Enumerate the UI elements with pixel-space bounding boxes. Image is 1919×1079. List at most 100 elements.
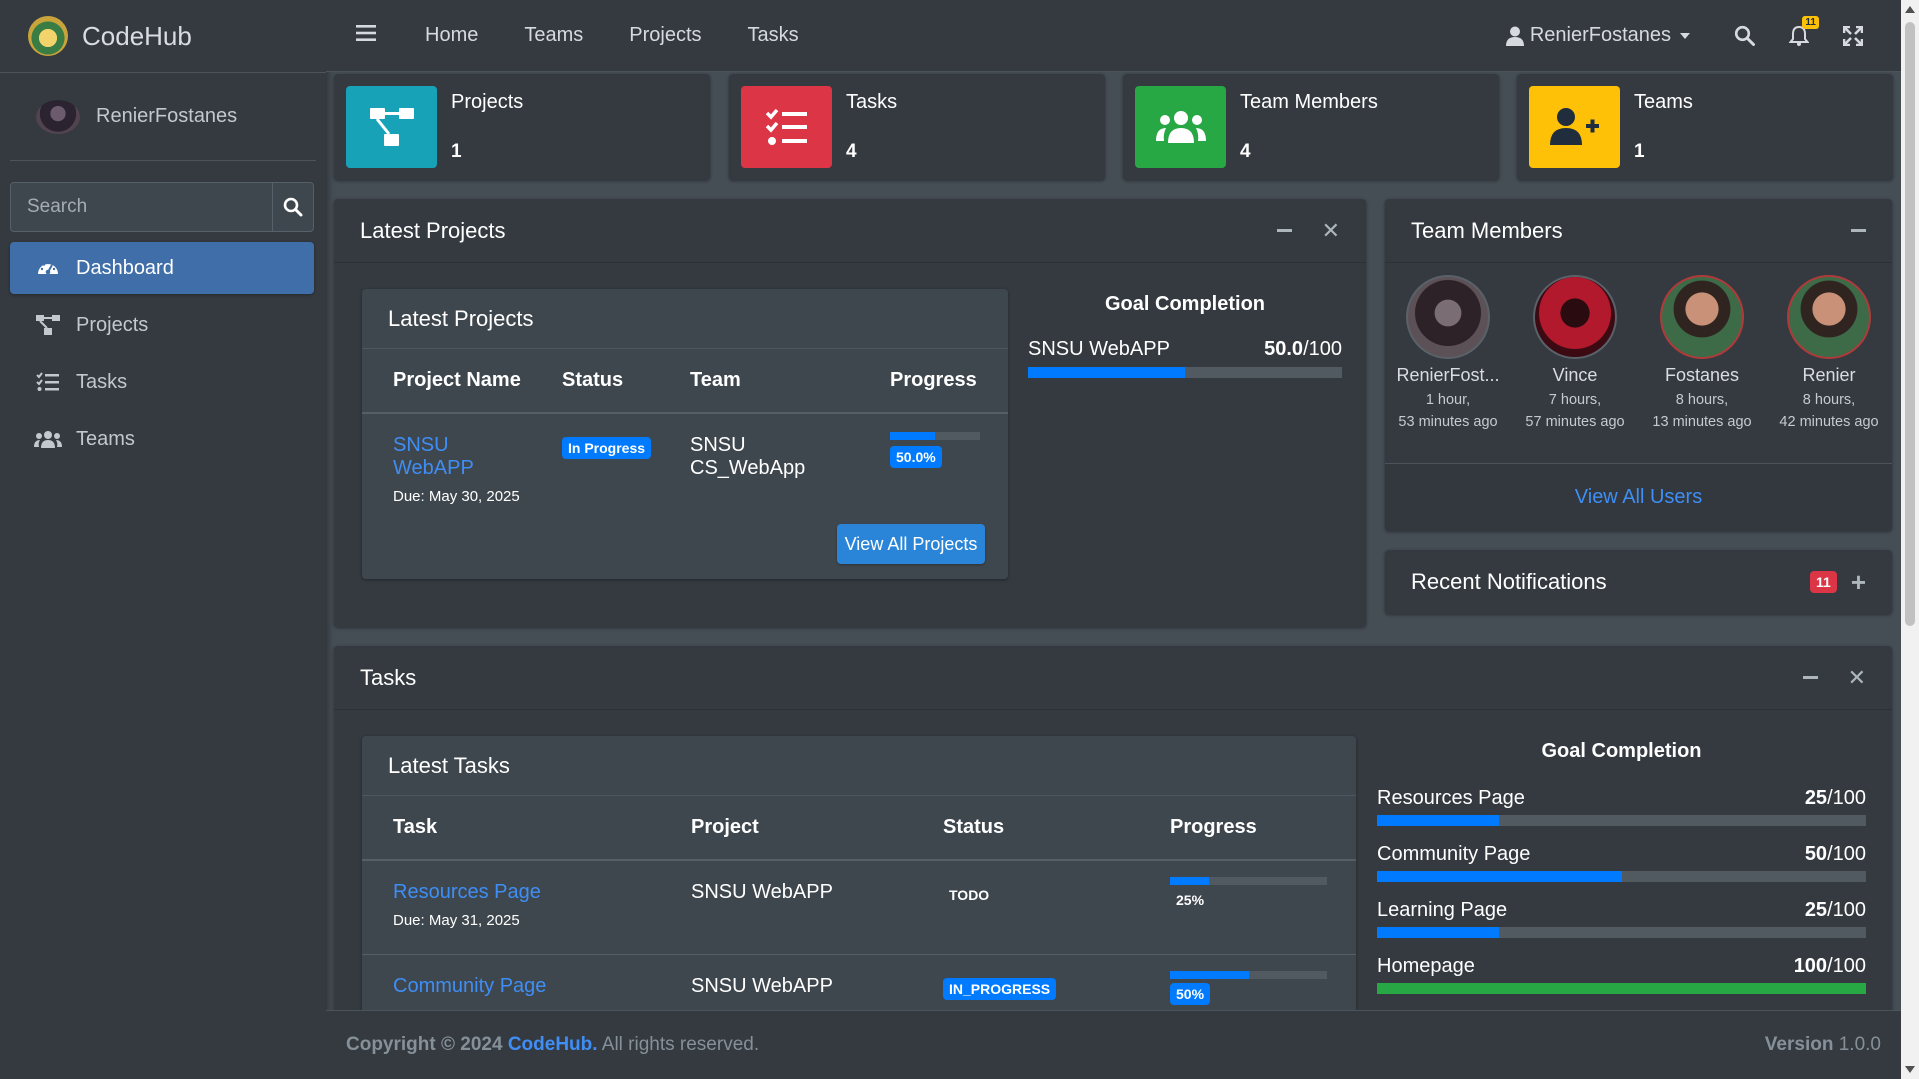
scroll-down-arrow-icon[interactable] — [1905, 1066, 1915, 1073]
goal-value: 25 — [1804, 787, 1828, 809]
card-header: Recent Notifications 11 + — [1385, 550, 1892, 614]
avatar — [1406, 275, 1490, 359]
progress-fill — [890, 432, 935, 440]
card-header: Latest Projects ✕ — [334, 199, 1366, 263]
column-header: Status — [531, 349, 659, 414]
progress-fill — [1170, 970, 1249, 979]
goal-progress-bar — [1377, 815, 1866, 826]
inner-card-title: Latest Projects — [362, 289, 1008, 349]
column-header: Project Name — [362, 349, 531, 414]
sidebar-item-tasks[interactable]: Tasks — [10, 356, 314, 408]
view-all-users-link[interactable]: View All Users — [1575, 486, 1702, 509]
nav-link-home[interactable]: Home — [425, 24, 478, 47]
goal-value: 25 — [1804, 899, 1828, 921]
close-icon[interactable]: ✕ — [1848, 666, 1866, 689]
bell-icon[interactable]: 11 — [1789, 16, 1819, 46]
user-last-seen: 42 minutes ago — [1779, 413, 1879, 430]
task-link[interactable]: Resources Page — [393, 881, 660, 904]
sidebar-item-teams[interactable]: Teams — [10, 413, 314, 465]
goal-progress-bar — [1377, 871, 1866, 882]
brand-name: CodeHub — [82, 20, 192, 51]
notification-count-badge: 11 — [1810, 571, 1837, 593]
goal-name: Resources Page — [1377, 787, 1525, 809]
info-box-label: Projects — [451, 91, 524, 113]
goal-progress-fill — [1377, 927, 1500, 938]
close-icon[interactable]: ✕ — [1322, 219, 1340, 242]
sidebar-item-projects[interactable]: Projects — [10, 299, 314, 351]
user-list-item[interactable]: RenierFost... 1 hour, 53 minutes ago — [1385, 275, 1511, 434]
projects-table: Project Name Status Team Progress SNSU W… — [362, 349, 1008, 507]
user-menu-dropdown[interactable]: RenierFostanes — [1505, 24, 1690, 47]
top-navbar: Home Teams Projects Tasks RenierFostanes… — [326, 0, 1901, 72]
menu-toggle-icon[interactable] — [356, 24, 376, 48]
table-row: Community Page SNSU WebAPP IN_PROGRESS 5… — [362, 954, 1356, 1010]
info-box-tasks[interactable]: Tasks 4 — [729, 74, 1105, 180]
sidebar-nav: Dashboard Projects Tasks Teams — [10, 242, 314, 470]
info-box-value: 1 — [1634, 141, 1645, 162]
goal-name: Learning Page — [1377, 899, 1508, 921]
card-title: Tasks — [360, 664, 417, 690]
progress-fill — [1170, 877, 1210, 885]
collapse-icon[interactable] — [1276, 229, 1292, 232]
tasks-icon — [34, 370, 62, 394]
footer-brand-link[interactable]: CodeHub. — [508, 1034, 598, 1055]
info-box-teams[interactable]: Teams 1 — [1517, 74, 1893, 180]
nav-link-projects[interactable]: Projects — [629, 24, 701, 47]
user-list-item[interactable]: Fostanes 8 hours, 13 minutes ago — [1639, 275, 1765, 434]
user-list-item[interactable]: Vince 7 hours, 57 minutes ago — [1512, 275, 1638, 434]
column-header: Progress — [1139, 796, 1356, 861]
card-title: Team Members — [1411, 217, 1563, 243]
page-scrollbar[interactable] — [1901, 0, 1919, 1079]
info-box-team-members[interactable]: Team Members 4 — [1123, 74, 1499, 180]
project-link[interactable]: SNSU WebAPP — [393, 434, 531, 480]
nav-link-teams[interactable]: Teams — [524, 24, 583, 47]
sidebar-item-dashboard[interactable]: Dashboard — [10, 242, 314, 294]
goal-progress-fill — [1377, 871, 1622, 882]
users-icon — [1135, 86, 1226, 168]
collapse-icon[interactable] — [1851, 229, 1866, 232]
goal-name: SNSU WebAPP — [1028, 338, 1170, 360]
tasks-icon — [741, 86, 832, 168]
recent-notifications-card: Recent Notifications 11 + — [1385, 550, 1892, 614]
card-title: Recent Notifications — [1411, 569, 1607, 594]
goal-item: Learning Page 25/100 — [1377, 899, 1866, 938]
column-header: Team — [659, 349, 859, 414]
sidebar-search-button[interactable] — [272, 183, 313, 231]
user-panel[interactable]: RenierFostanes — [10, 73, 316, 161]
info-box-projects[interactable]: Projects 1 — [334, 74, 710, 180]
projects-table-card: Latest Projects Project Name Status Team… — [362, 289, 1008, 579]
search-icon[interactable] — [1734, 25, 1755, 46]
user-last-seen: 13 minutes ago — [1652, 413, 1752, 430]
goal-max: /100 — [1827, 899, 1866, 921]
tasks-table: Task Project Status Progress Resources P… — [362, 796, 1356, 1010]
user-icon — [1505, 26, 1524, 46]
card-header: Tasks ✕ — [334, 646, 1892, 710]
info-box-value: 1 — [451, 141, 462, 162]
user-menu-name: RenierFostanes — [1529, 24, 1671, 46]
expand-icon[interactable]: + — [1851, 569, 1866, 595]
brand-link[interactable]: CodeHub — [0, 0, 326, 73]
goal-progress-bar — [1377, 983, 1866, 994]
sidebar-item-label: Tasks — [76, 370, 128, 393]
rights-text: All rights reserved. — [601, 1034, 760, 1055]
navbar-right: RenierFostanes 11 — [1505, 16, 1901, 47]
task-project: SNSU WebAPP — [691, 881, 833, 903]
user-last-seen: 1 hour, — [1425, 392, 1471, 408]
user-name: RenierFost... — [1396, 365, 1500, 385]
collapse-icon[interactable] — [1802, 676, 1818, 679]
card-footer: View All Users — [1385, 463, 1892, 531]
goal-max: /100 — [1303, 338, 1342, 360]
scroll-up-arrow-icon[interactable] — [1905, 6, 1915, 13]
card-tools: 11 + — [1810, 569, 1866, 595]
view-all-projects-button[interactable]: View All Projects — [837, 524, 985, 564]
nav-link-tasks[interactable]: Tasks — [748, 24, 799, 47]
task-link[interactable]: Community Page — [393, 975, 660, 998]
goal-value: 100 — [1793, 955, 1828, 977]
user-list-item[interactable]: Renier 8 hours, 42 minutes ago — [1766, 275, 1892, 434]
version-number: 1.0.0 — [1838, 1034, 1881, 1055]
scrollbar-thumb[interactable] — [1905, 22, 1915, 626]
column-header: Task — [362, 796, 660, 861]
sidebar-search-input[interactable] — [11, 183, 272, 231]
fullscreen-icon[interactable] — [1843, 25, 1863, 46]
user-last-seen: 53 minutes ago — [1398, 413, 1498, 430]
